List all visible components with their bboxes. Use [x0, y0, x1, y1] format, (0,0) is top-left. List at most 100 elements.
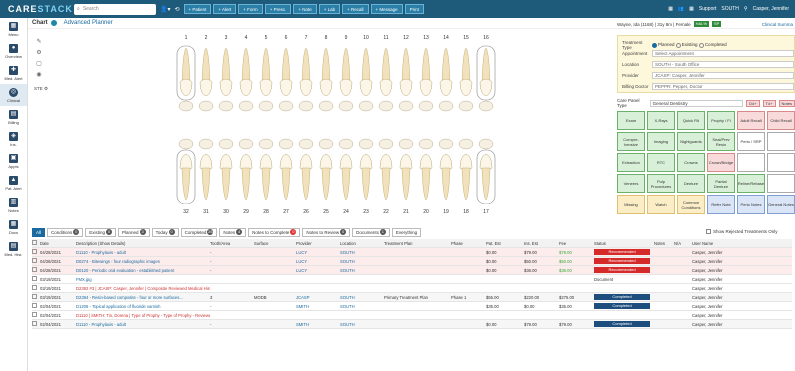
calendar-icon[interactable]: ▦ — [668, 6, 673, 12]
nav-item-billing[interactable]: ▤ Billing — [0, 106, 27, 128]
select-all-checkbox[interactable] — [32, 240, 40, 246]
pencil-icon[interactable]: ✎ — [34, 38, 44, 49]
procedure-button[interactable]: Adult Recall — [737, 111, 765, 130]
tooth-number[interactable]: 18 — [456, 209, 476, 215]
show-rejected-toggle[interactable]: Show Rejected Treatments Only — [706, 229, 778, 234]
tooth[interactable] — [218, 47, 234, 201]
row-checkbox[interactable] — [32, 258, 40, 264]
tab-notes-to-complete[interactable]: Notes to Complete 0 — [248, 227, 301, 237]
tooth-number[interactable]: 17 — [476, 209, 496, 215]
tooth-number[interactable]: 13 — [416, 35, 436, 41]
procedure-button[interactable]: Child Recall — [767, 111, 795, 130]
tooth-number[interactable]: 29 — [236, 209, 256, 215]
checkbox[interactable] — [32, 312, 37, 317]
procedure-button[interactable]: Partial Denture — [707, 174, 735, 193]
tooth[interactable] — [358, 47, 374, 201]
table-row[interactable]: 04/28/2021 D1110 - Prophylaxis - adult - LU… — [32, 248, 792, 257]
tooth-number[interactable]: 14 — [436, 35, 456, 41]
procedure-button[interactable]: Veneers — [617, 174, 645, 193]
tooth[interactable] — [178, 47, 194, 201]
nav-item-appts[interactable]: ▣ Appts — [0, 150, 27, 172]
tab-all[interactable]: All — [32, 227, 46, 237]
table-row[interactable]: 02/04/2021 D1110 - Prophylaxis - adult - SM… — [32, 320, 792, 329]
topbar-button-7[interactable]: + Message — [370, 4, 403, 14]
tooth-number[interactable]: 20 — [416, 209, 436, 215]
appointment-select[interactable]: Select Appointment — [652, 50, 794, 57]
app-logo[interactable]: CARESTACK — [0, 4, 74, 14]
nav-item-med-hist-[interactable]: ▤ Med. Hist. — [0, 238, 27, 260]
tooth[interactable] — [258, 47, 274, 201]
tooth-number[interactable]: 4 — [236, 35, 256, 41]
tooth-number[interactable]: 24 — [336, 209, 356, 215]
tooth-number[interactable]: 2 — [196, 35, 216, 41]
mini-d4[interactable]: D4+ — [746, 99, 760, 107]
tooth-number[interactable]: 27 — [276, 209, 296, 215]
procedure-button[interactable]: Crowns — [677, 153, 705, 172]
tooth[interactable] — [278, 47, 294, 201]
mini-notes[interactable]: Notes — [778, 99, 795, 107]
nav-item-clinical[interactable]: ◎ Clinical — [0, 84, 27, 106]
tooth-number[interactable]: 7 — [296, 35, 316, 41]
topbar-button-2[interactable]: + Form — [238, 4, 263, 14]
tooth-number[interactable]: 32 — [176, 209, 196, 215]
tooth[interactable] — [318, 47, 334, 201]
procedure-button[interactable] — [737, 153, 765, 172]
provider-select[interactable]: JCASP: Casper, Jennifer — [652, 72, 794, 79]
table-row[interactable]: 04/28/2021 D0274 - Bitewings - four radio… — [32, 257, 792, 266]
procedure-button[interactable]: Exam — [617, 111, 645, 130]
column-header[interactable]: Fee — [559, 241, 594, 246]
history-icon[interactable]: ⟲ — [174, 6, 179, 13]
checkbox[interactable] — [32, 258, 37, 263]
procedure-button[interactable]: Common Conditions — [677, 195, 705, 214]
checkbox[interactable] — [32, 267, 37, 272]
column-header[interactable]: Ins. Est — [524, 241, 559, 246]
column-header[interactable]: Description (Show Details) — [76, 241, 210, 246]
checkbox[interactable] — [32, 294, 37, 299]
topbar-button-5[interactable]: + Lab — [318, 4, 341, 14]
camera-icon[interactable]: ◉ — [34, 71, 44, 82]
tooth-number[interactable]: 12 — [396, 35, 416, 41]
toggle-icon[interactable] — [50, 20, 57, 26]
tooth-number[interactable]: 28 — [256, 209, 276, 215]
tooth-number[interactable]: 26 — [296, 209, 316, 215]
tooth-number[interactable]: 10 — [356, 35, 376, 41]
tooth-number[interactable]: 1 — [176, 35, 196, 41]
tooth[interactable] — [338, 47, 354, 201]
tab-notes[interactable]: Notes 4 — [219, 227, 247, 237]
tooth-number[interactable]: 8 — [316, 35, 336, 41]
tooth[interactable] — [198, 47, 214, 201]
procedure-button[interactable]: Compre-hensive — [617, 132, 645, 151]
tooth[interactable] — [238, 47, 254, 201]
care-panel-select[interactable]: General Dentistry — [649, 99, 744, 107]
checkbox[interactable] — [32, 303, 37, 308]
tooth[interactable] — [378, 47, 394, 201]
people-icon[interactable]: 👥 — [678, 6, 684, 12]
row-checkbox[interactable] — [32, 276, 40, 282]
topbar-button-6[interactable]: + Recall — [342, 4, 369, 14]
tooth-number[interactable]: 23 — [356, 209, 376, 215]
procedure-button[interactable]: Denture — [677, 174, 705, 193]
column-header[interactable]: N/A — [674, 241, 692, 246]
checkbox[interactable] — [32, 285, 37, 290]
column-header[interactable]: Treatment Plan — [384, 241, 451, 246]
procedure-button[interactable]: Quick PA — [677, 111, 705, 130]
row-checkbox[interactable] — [32, 285, 40, 291]
nav-item-ins-[interactable]: ◈ Ins. — [0, 128, 27, 150]
table-row[interactable]: 02/04/2021 D1110 | SMITH: Tin, Dorena | T… — [32, 311, 792, 320]
support-link[interactable]: Support — [699, 6, 717, 12]
tab-existing[interactable]: Existing 0 — [85, 227, 117, 237]
patient-name[interactable]: Wayne, Ida (1168) | 31y 8m | Female — [617, 22, 691, 27]
mini-t4[interactable]: T4+ — [762, 99, 776, 107]
settings-icon[interactable]: ⚙ — [34, 49, 44, 60]
topbar-button-8[interactable]: Print — [404, 4, 424, 14]
advanced-planner-link[interactable]: Advanced Planner — [64, 20, 113, 26]
table-row[interactable]: 03/19/2021 D2392 #3 | JCASP: Casper, Jenn… — [32, 284, 792, 293]
tooth-number[interactable]: 9 — [336, 35, 356, 41]
tooth-number[interactable]: 16 — [476, 35, 496, 41]
column-header[interactable]: Tooth/Area — [210, 241, 254, 246]
procedure-button[interactable]: Watch — [647, 195, 675, 214]
tooth-number[interactable]: 25 — [316, 209, 336, 215]
procedure-button[interactable] — [767, 153, 795, 172]
tooth-number[interactable]: 19 — [436, 209, 456, 215]
tab-notes-to-review[interactable]: Notes to Review 0 — [302, 227, 351, 237]
